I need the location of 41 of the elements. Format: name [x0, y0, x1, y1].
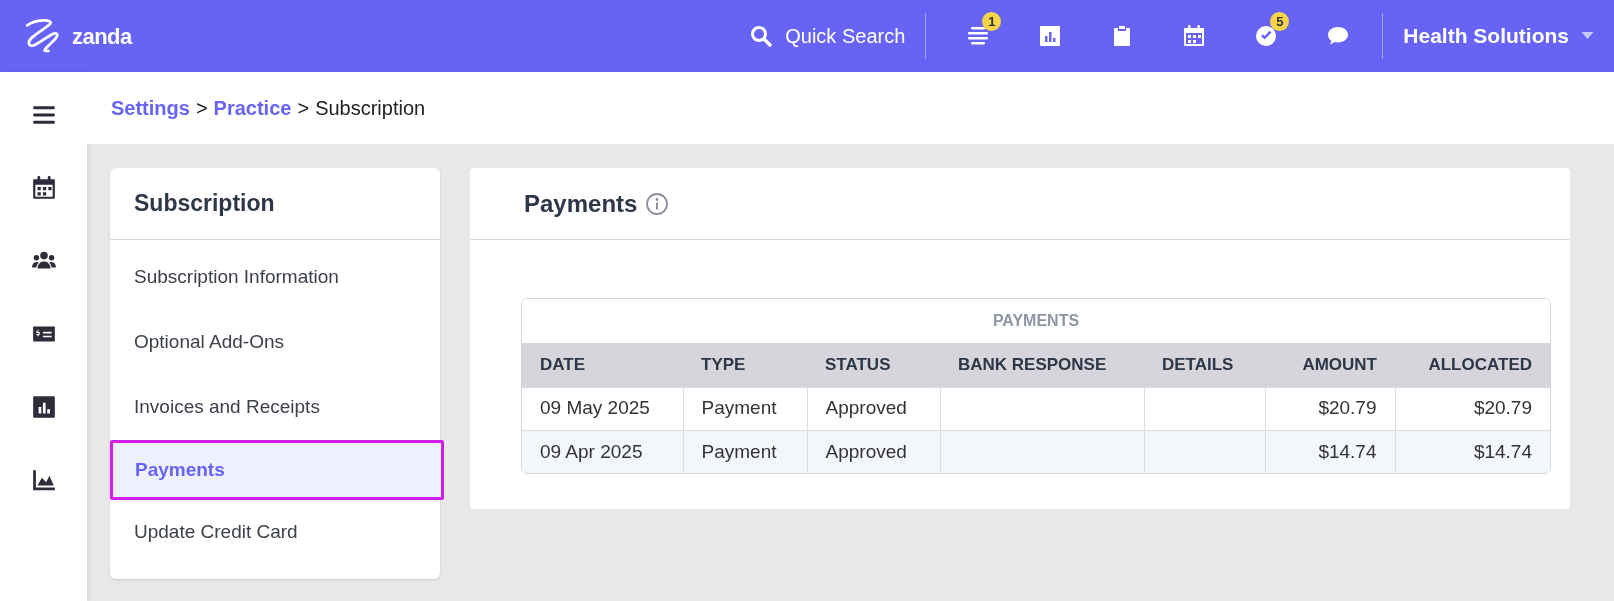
column-header: AMOUNT	[1265, 343, 1395, 387]
menu-title: Subscription	[134, 189, 275, 219]
bar-chart-icon[interactable]	[30, 394, 57, 420]
column-header: STATUS	[807, 343, 940, 387]
info-icon[interactable]	[645, 191, 670, 216]
breadcrumb-link[interactable]: Practice	[213, 93, 292, 123]
calendar-icon[interactable]	[30, 175, 57, 201]
column-header: DETAILS	[1144, 343, 1265, 387]
breadcrumb-separator: >	[297, 96, 310, 121]
caret-icon	[1581, 32, 1594, 40]
menu-item[interactable]: Optional Add-Ons	[110, 310, 440, 375]
notification-badge: 5	[1270, 12, 1290, 31]
column-header: TYPE	[683, 343, 807, 387]
area-chart-icon[interactable]	[30, 467, 57, 493]
table-cell: Approved	[807, 430, 940, 473]
table-cell: $14.74	[1395, 430, 1550, 473]
breadcrumb-separator: >	[195, 96, 208, 121]
breadcrumb-link[interactable]: Settings	[111, 93, 190, 123]
column-header: DATE	[522, 343, 683, 387]
table-cell: $14.74	[1265, 430, 1395, 473]
table-cell: $20.79	[1265, 387, 1395, 430]
account-menu-button[interactable]: Health Solutions	[1403, 20, 1594, 52]
menu-item[interactable]: Payments	[110, 440, 444, 500]
panel-title: Payments	[524, 188, 638, 219]
search-icon	[749, 24, 774, 48]
column-header: ALLOCATED	[1395, 343, 1550, 387]
table-cell: $20.79	[1395, 387, 1550, 430]
menu-item[interactable]: Update Credit Card	[110, 500, 440, 565]
table-cell: 09 Apr 2025	[522, 430, 683, 473]
logo-text: zanda	[72, 22, 132, 51]
notification-badge: 1	[982, 12, 1002, 31]
quick-search-button[interactable]: Quick Search	[749, 21, 906, 51]
lines-icon[interactable]	[966, 24, 991, 48]
table-cell: 09 May 2025	[522, 387, 683, 430]
column-header: BANK RESPONSE	[940, 343, 1144, 387]
table-cell: Approved	[807, 387, 940, 430]
table-cell: Payment	[683, 387, 807, 430]
table-cell: Payment	[683, 430, 807, 473]
breadcrumb-current: Subscription	[315, 96, 426, 121]
menu-item[interactable]: Subscription Information	[110, 245, 440, 310]
menu-item[interactable]: Invoices and Receipts	[110, 375, 440, 440]
